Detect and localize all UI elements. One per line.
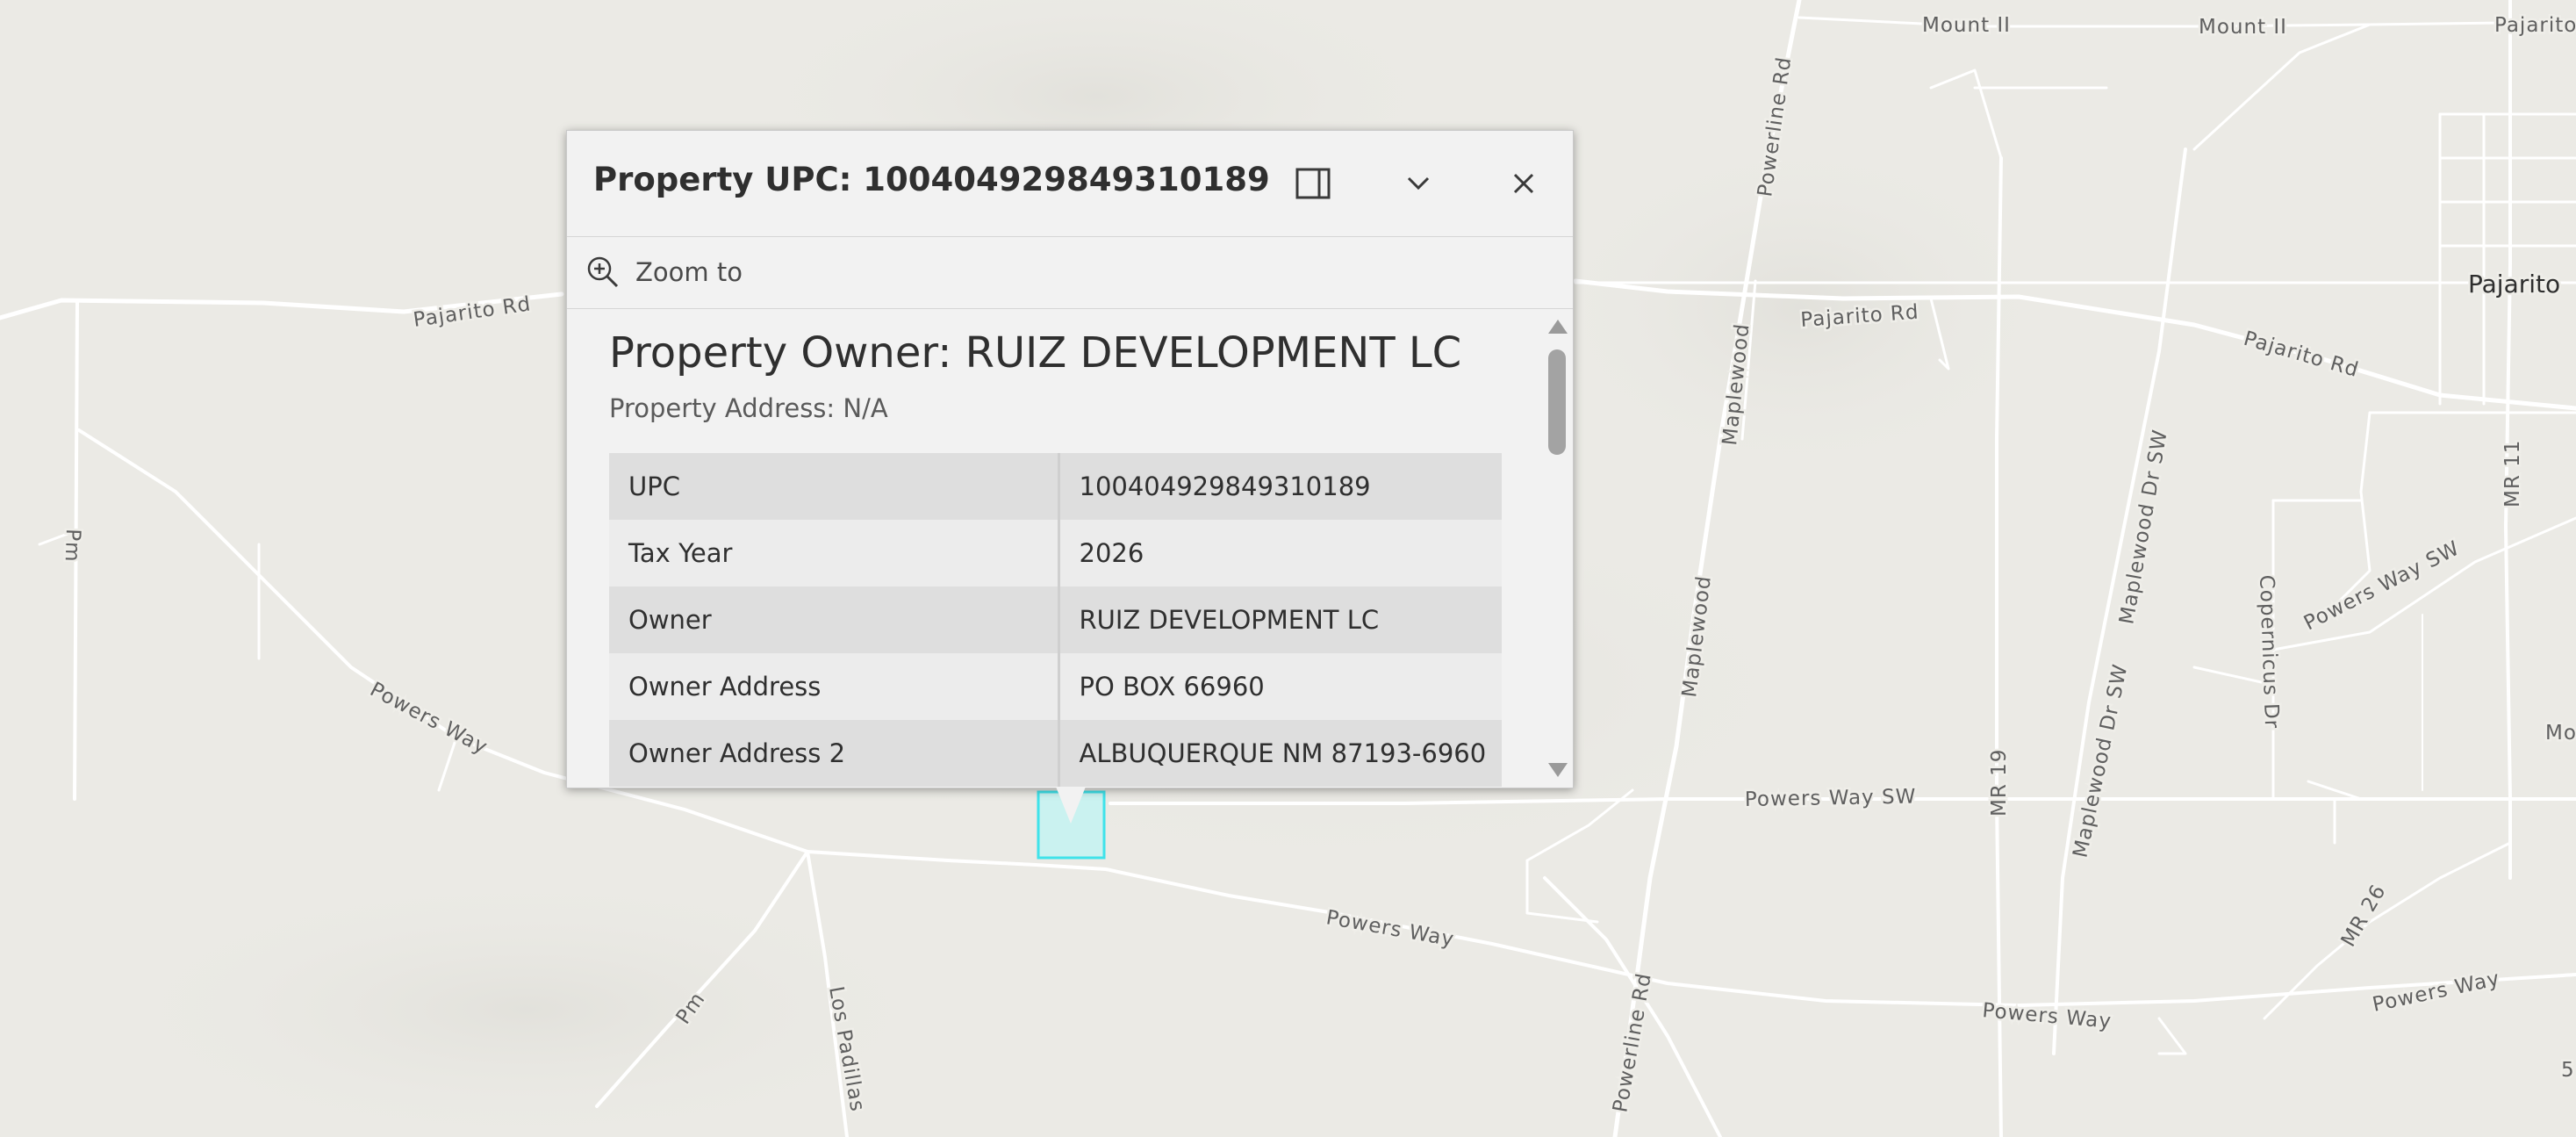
road-label: Powers Way (2371, 968, 2502, 1017)
road-label: MR 11 (2501, 440, 2524, 507)
zoom-in-icon (587, 256, 619, 288)
road-label: MR 19 (1988, 749, 2011, 817)
road-label: Pajarito Rd (412, 292, 533, 332)
popup-pointer (1056, 787, 1086, 824)
attribute-key: Owner Address 2 (609, 720, 1060, 787)
address-line: Property Address: N/A (609, 393, 888, 423)
road-label: Powers Way SW (1745, 786, 1917, 811)
scrollbar[interactable] (1538, 309, 1573, 788)
attribute-key: Owner Address (609, 653, 1060, 720)
road-label: MR 26 (2337, 881, 2391, 951)
attribute-table: UPC 100404929849310189 Tax Year 2026 Own… (609, 453, 1502, 787)
popup-title: Property UPC: 100404929849310189 (593, 161, 1270, 198)
table-row: UPC 100404929849310189 (609, 453, 1502, 520)
attribute-key: UPC (609, 453, 1060, 520)
dock-panel-icon (1295, 168, 1331, 199)
road-label: Pajarito (2494, 14, 2576, 37)
popup-actions: Zoom to (567, 236, 1573, 309)
attribute-key: Tax Year (609, 520, 1060, 586)
table-row: Owner Address 2 ALBUQUERQUE NM 87193-696… (609, 720, 1502, 787)
attribute-value: RUIZ DEVELOPMENT LC (1058, 586, 1502, 653)
table-row: Tax Year 2026 (609, 520, 1502, 586)
attribute-key: Owner (609, 586, 1060, 653)
road-label: Copernicus Dr (2255, 574, 2283, 729)
road-label: Powers Way (366, 678, 492, 759)
attribute-value: PO BOX 66960 (1058, 653, 1502, 720)
attribute-value: ALBUQUERQUE NM 87193-6960 (1058, 720, 1502, 787)
road-label: Mount II (2199, 16, 2287, 39)
road-label: Mount II (1922, 14, 2011, 37)
scroll-down-arrow-icon[interactable] (1548, 763, 1568, 777)
popup-header: Property UPC: 100404929849310189 (567, 131, 1573, 237)
scrollbar-thumb[interactable] (1548, 349, 1566, 455)
road-label: Pajarito Rd (2241, 327, 2361, 382)
scroll-up-arrow-icon[interactable] (1548, 320, 1568, 334)
road-label: 5 (2561, 1059, 2575, 1082)
close-icon (1513, 173, 1534, 194)
road-label: Powers Way (1324, 906, 1456, 951)
collapse-button[interactable] (1392, 157, 1445, 210)
road-label: Pm (61, 529, 84, 563)
table-row: Owner RUIZ DEVELOPMENT LC (609, 586, 1502, 653)
place-label: Pajarito (2468, 270, 2560, 299)
road-label: Mou (2545, 722, 2576, 745)
dock-button[interactable] (1287, 157, 1339, 210)
chevron-down-icon (1407, 176, 1430, 191)
zoom-to-button[interactable]: Zoom to (586, 255, 743, 289)
table-row: Owner Address PO BOX 66960 (609, 653, 1502, 720)
feature-popup: Property UPC: 100404929849310189 Zoom to… (566, 130, 1574, 788)
popup-content[interactable]: Property Owner: RUIZ DEVELOPMENT LC Prop… (567, 309, 1573, 788)
owner-heading: Property Owner: RUIZ DEVELOPMENT LC (609, 328, 1462, 378)
attribute-value: 100404929849310189 (1058, 453, 1502, 520)
road-label: Powerline Rd (1609, 971, 1656, 1114)
zoom-to-label: Zoom to (635, 257, 743, 287)
attribute-value: 2026 (1058, 520, 1502, 586)
close-button[interactable] (1497, 157, 1550, 210)
